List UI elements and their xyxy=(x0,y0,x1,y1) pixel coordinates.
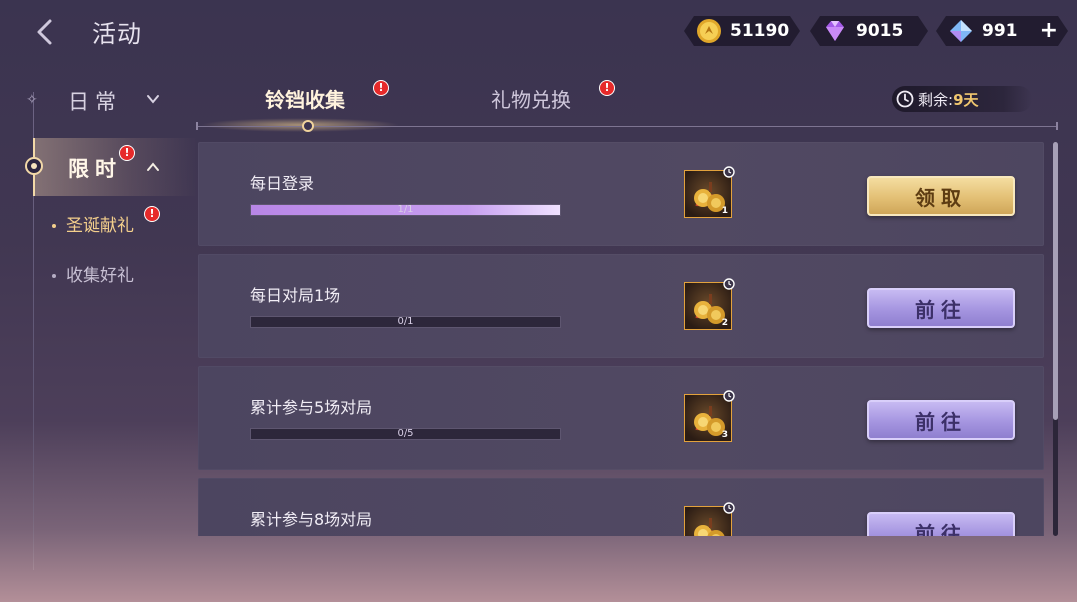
alert-badge: ! xyxy=(120,146,134,160)
tabs-divider xyxy=(196,126,1058,127)
sidebar-item-label: 圣诞献礼 xyxy=(66,216,134,236)
claim-button[interactable]: 领取 xyxy=(867,176,1015,216)
task-title: 每日登录 xyxy=(250,174,315,193)
selected-knob-icon xyxy=(25,157,43,175)
golden-bell-icon xyxy=(694,518,725,536)
task-row: 每日登录 1/1 1 领取 xyxy=(198,142,1044,246)
blue-diamond-icon xyxy=(948,18,974,44)
chevron-down-icon[interactable] xyxy=(146,92,160,106)
alert-badge: ! xyxy=(374,81,388,95)
remaining-label: 剩余: xyxy=(918,90,954,109)
currency-gold: 51190 xyxy=(684,16,800,46)
reward-item[interactable] xyxy=(684,502,735,536)
active-tab-indicator xyxy=(302,120,314,132)
sparkle-icon: ✧ xyxy=(26,92,38,108)
divider-cap xyxy=(1056,122,1058,130)
sidebar-item-collect-gifts[interactable]: 收集好礼 xyxy=(52,261,134,286)
sidebar-category-limited-label: 限时 xyxy=(68,157,122,181)
timer-icon xyxy=(723,502,735,514)
timer-icon xyxy=(723,390,735,402)
diamond-amount: 991 xyxy=(982,21,1018,41)
sidebar-category-daily[interactable]: 日常 xyxy=(68,86,122,116)
scrollbar-thumb[interactable] xyxy=(1053,142,1058,420)
goto-button[interactable]: 前往 xyxy=(867,288,1015,328)
progress-bar: 0/5 xyxy=(250,428,561,440)
alert-badge: ! xyxy=(600,81,614,95)
sidebar-item-christmas-gift[interactable]: 圣诞献礼 xyxy=(52,211,134,236)
page-title: 活动 xyxy=(92,20,142,48)
progress-bar: 1/1 xyxy=(250,204,561,216)
task-title: 累计参与8场对局 xyxy=(250,510,373,529)
timer-icon xyxy=(723,166,735,178)
task-row: 累计参与8场对局 前往 xyxy=(198,478,1044,536)
task-title: 累计参与5场对局 xyxy=(250,398,373,417)
purple-gem-icon xyxy=(822,18,848,44)
clock-icon xyxy=(896,90,914,108)
remaining-value: 9天 xyxy=(953,90,979,109)
reward-item[interactable]: 3 xyxy=(684,390,735,442)
remaining-time: 剩余: 9天 xyxy=(892,86,1032,112)
gold-coin-icon xyxy=(696,18,722,44)
goto-button[interactable]: 前往 xyxy=(867,512,1015,536)
reward-quantity: 1 xyxy=(721,206,728,216)
reward-item[interactable]: 1 xyxy=(684,166,735,218)
progress-text: 0/5 xyxy=(397,428,414,439)
chevron-up-icon[interactable] xyxy=(146,160,160,174)
alert-badge: ! xyxy=(145,207,159,221)
task-row: 每日对局1场 0/1 2 前往 xyxy=(198,254,1044,358)
sidebar-item-label: 收集好礼 xyxy=(66,266,134,286)
tab-glow xyxy=(200,118,400,132)
gold-amount: 51190 xyxy=(730,21,790,41)
add-diamond-button[interactable]: + xyxy=(1040,18,1058,43)
gem-amount: 9015 xyxy=(856,21,904,41)
progress-text: 1/1 xyxy=(397,204,414,215)
goto-button[interactable]: 前往 xyxy=(867,400,1015,440)
bullet-icon xyxy=(52,224,56,228)
reward-quantity: 3 xyxy=(721,430,728,440)
timer-icon xyxy=(723,278,735,290)
currency-diamond: 991 + xyxy=(936,16,1068,46)
task-title: 每日对局1场 xyxy=(250,286,341,305)
reward-quantity: 2 xyxy=(721,318,728,328)
reward-item[interactable]: 2 xyxy=(684,278,735,330)
progress-text: 0/1 xyxy=(397,316,414,327)
bullet-icon xyxy=(52,274,56,278)
task-list[interactable]: 每日登录 1/1 1 领取 每日对局1场 0/1 2 前往 累计参与5场对局 0… xyxy=(198,142,1046,536)
tab-bell-collect[interactable]: 铃铛收集 xyxy=(265,84,345,113)
tab-gift-exchange[interactable]: 礼物兑换 xyxy=(491,84,571,113)
currency-gem: 9015 xyxy=(810,16,928,46)
progress-bar: 0/1 xyxy=(250,316,561,328)
task-list-scrollbar[interactable] xyxy=(1053,142,1058,536)
task-row: 累计参与5场对局 0/5 3 前往 xyxy=(198,366,1044,470)
back-arrow-icon[interactable] xyxy=(28,14,64,50)
divider-cap xyxy=(196,122,198,130)
